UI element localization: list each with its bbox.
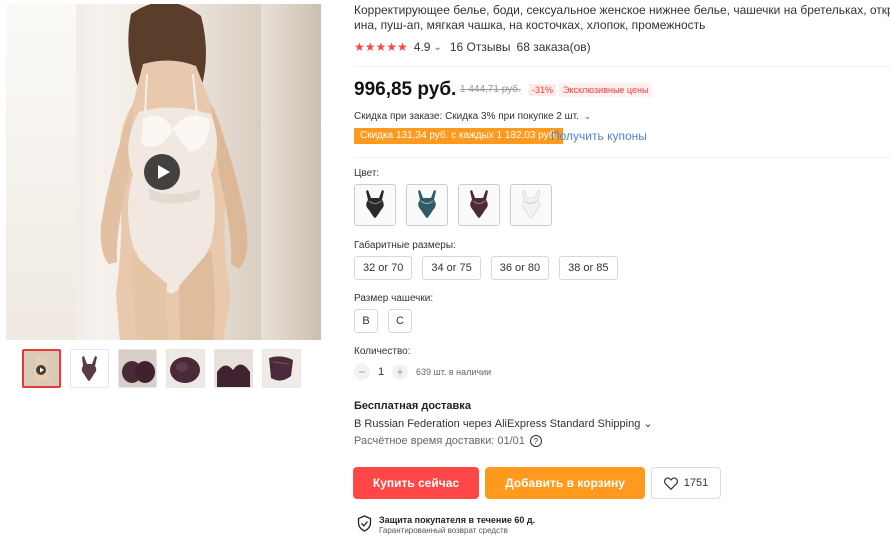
color-label: Цвет: [354,168,380,179]
chevron-down-icon: ⌄ [583,111,592,121]
size-label: Габаритные размеры: [354,240,456,251]
play-video-icon[interactable] [144,154,180,190]
thumbnail-image[interactable] [70,349,109,388]
size-option[interactable]: 32 or 70 [354,256,413,280]
discount-badge: -31% [529,84,557,96]
order-discount-label: Скидка при заказе: Скидка 3% при покупке… [354,111,579,122]
size-option[interactable]: 34 or 75 [422,256,481,280]
thumbnail-strip [22,349,301,388]
buyer-protection: Защита покупателя в течение 60 д. Гарант… [357,515,535,535]
delivery-time: Расчётное время доставки: 01/01 ? [354,435,542,447]
rating-row: ★★★★★ 4.9 ⌄ 16 Отзывы 68 заказа(ов) [354,40,591,54]
thumbnail-image[interactable] [166,349,205,388]
wishlist-button[interactable]: 1751 [651,467,721,499]
star-rating-icon: ★★★★★ [354,40,408,54]
cup-size-label: Размер чашечки: [354,293,434,304]
color-options [354,184,552,226]
product-title-line: ина, пуш-ап, мягкая чашка, на косточках,… [354,18,706,32]
decrease-quantity-button[interactable]: − [354,364,370,380]
buy-now-button[interactable]: Купить сейчас [353,467,479,499]
protection-subtitle: Гарантированный возврат средств [379,526,508,535]
cup-option[interactable]: C [388,309,412,333]
size-option[interactable]: 36 or 80 [490,256,550,280]
help-icon[interactable]: ? [529,435,542,447]
thumbnail-image[interactable] [262,349,301,388]
coupon-badge: Скидка 131,34 руб. с каждых 1 182,03 руб… [354,128,564,144]
protection-title: Защита покупателя в течение 60 д. [379,515,536,525]
shield-check-icon [357,515,372,532]
quantity-stepper: − 1 + 639 шт. в наличии [354,364,491,380]
get-coupons-link[interactable]: Получить купоны [551,129,647,143]
delivery-time-text: Расчётное время доставки: 01/01 [354,435,525,447]
divider [354,157,890,158]
heart-icon [663,476,678,490]
size-option[interactable]: 38 or 85 [559,256,618,280]
size-options: 32 or 70 34 or 75 36 or 80 38 or 85 [354,256,618,280]
order-discount-text[interactable]: Скидка при заказе: Скидка 3% при покупке… [354,111,591,122]
color-option-white[interactable] [510,184,552,226]
shipping-method-selector[interactable]: В Russian Federation через AliExpress St… [354,417,653,430]
exclusive-price-badge: Эксклюзивные цены [559,83,653,97]
color-option-plum[interactable] [458,184,500,226]
quantity-value[interactable]: 1 [370,366,392,378]
product-main-image[interactable] [6,4,321,340]
rating-value: 4.9 [413,40,431,54]
color-option-black[interactable] [354,184,396,226]
product-title: Корректирующее белье, боди, сексуальное … [354,3,890,33]
thumbnail-image[interactable] [214,349,253,388]
thumbnail-video[interactable] [22,349,61,388]
divider [354,66,890,67]
product-title-line: Корректирующее белье, боди, сексуальное … [354,3,890,17]
quantity-label: Количество: [354,346,411,357]
shipping-title: Бесплатная доставка [354,400,471,412]
add-to-cart-button[interactable]: Добавить в корзину [485,467,645,499]
current-price: 996,85 руб. [354,79,457,100]
wishlist-count: 1751 [683,477,709,489]
reviews-link[interactable]: 16 Отзывы [450,40,511,54]
cup-option[interactable]: B [354,309,378,333]
cup-options: B C [354,309,412,333]
old-price: 1 444,71 руб. [460,84,521,95]
color-option-teal[interactable] [406,184,448,226]
thumbnail-image[interactable] [118,349,157,388]
chevron-down-icon[interactable]: ⌄ [433,42,441,53]
stock-count: 639 шт. в наличии [416,367,492,377]
orders-count: 68 заказа(ов) [516,40,591,54]
increase-quantity-button[interactable]: + [392,364,408,380]
